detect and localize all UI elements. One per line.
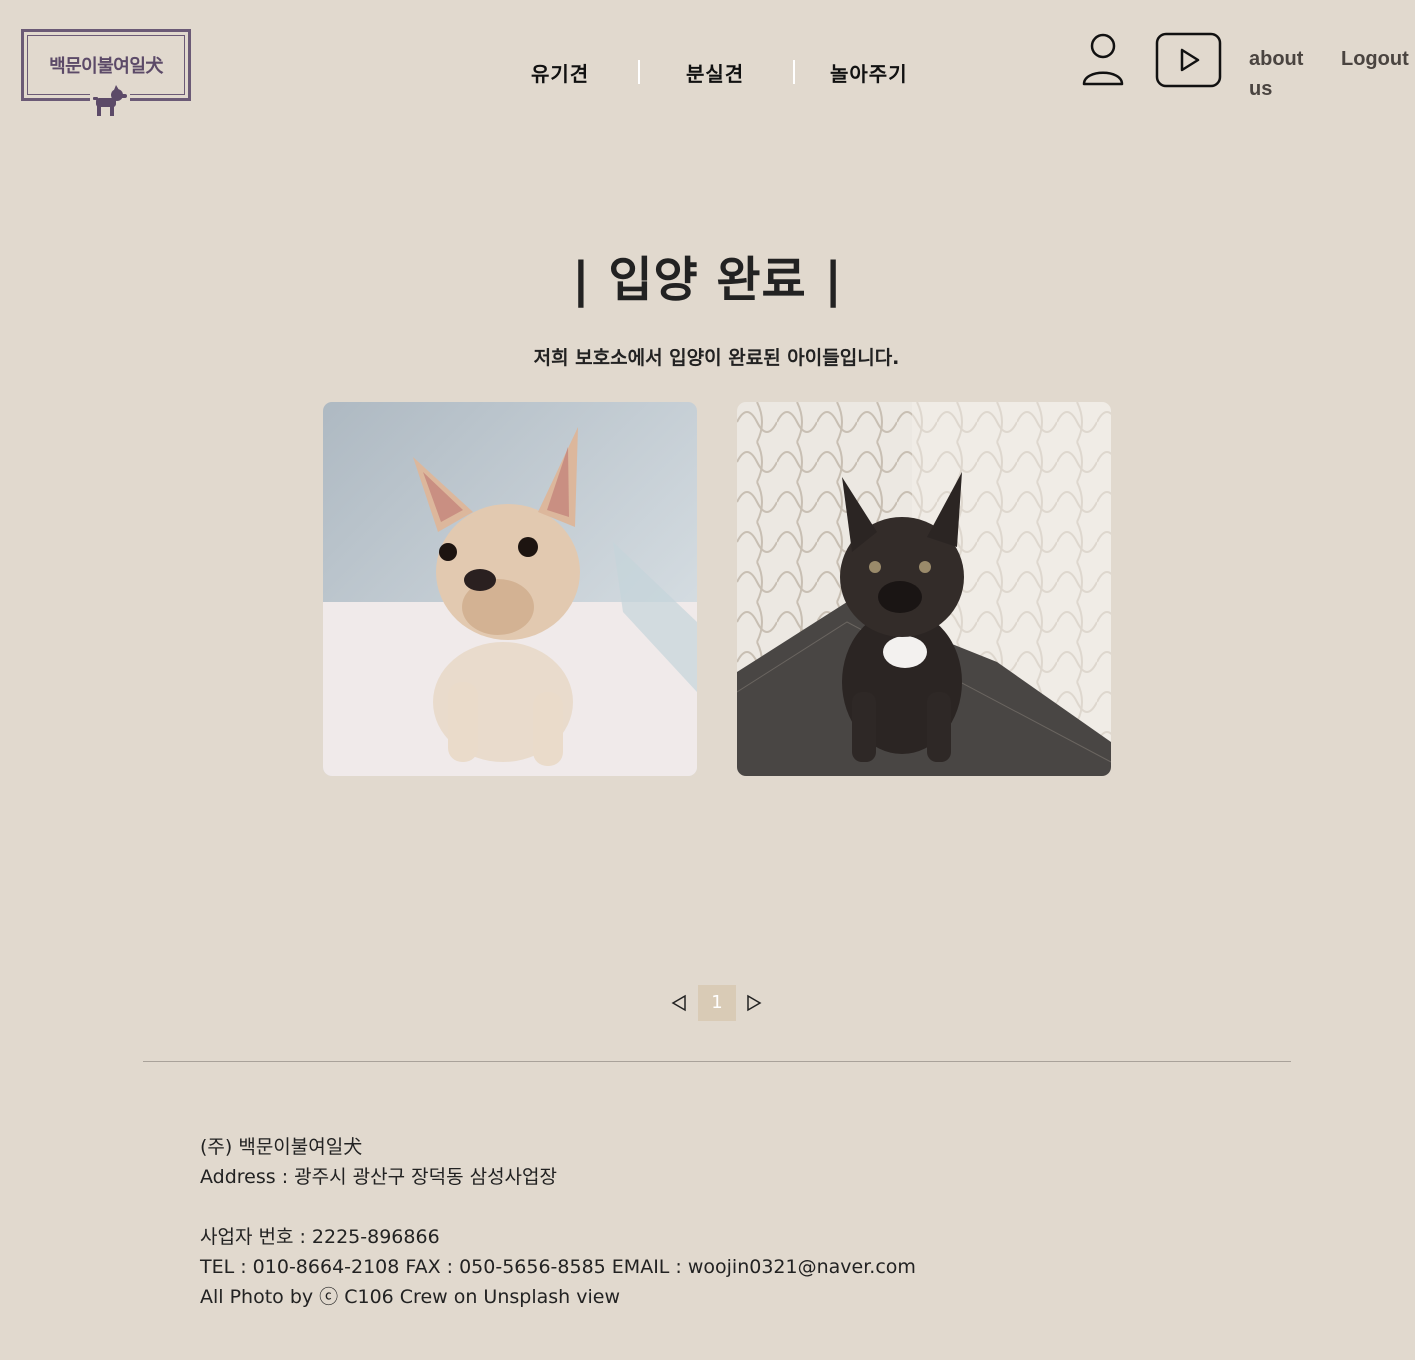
adopted-dog-photo[interactable] (737, 402, 1111, 776)
page-subtitle: 저희 보호소에서 입양이 완료된 아이들입니다. (533, 347, 900, 369)
footer: (주) 백문이불여일犬 Address : 광주시 광산구 장덕동 삼성사업장 … (200, 1132, 916, 1312)
next-icon[interactable] (745, 993, 763, 1013)
footer-address: Address : 광주시 광산구 장덕동 삼성사업장 (200, 1166, 557, 1188)
nav-item-play[interactable]: 놀아주기 (830, 58, 908, 87)
page-number-current[interactable]: 1 (698, 985, 736, 1021)
nav-separator (638, 60, 640, 84)
adopted-dog-photo[interactable] (323, 402, 697, 776)
footer-business-number: 사업자 번호 : 2225-896866 (200, 1226, 440, 1248)
footer-contact: TEL : 010-8664-2108 FAX : 050-5656-8585 … (200, 1256, 916, 1278)
user-icon[interactable] (1081, 33, 1125, 87)
nav-item-abandoned[interactable]: 유기견 (531, 58, 589, 87)
page-title: | 입양 완료 | (572, 252, 843, 308)
prev-icon[interactable] (670, 993, 688, 1013)
dog-icon (90, 84, 130, 120)
nav-item-lost[interactable]: 분실견 (686, 58, 744, 87)
footer-divider (143, 1061, 1291, 1062)
footer-photo-credit: All Photo by ⓒ C106 Crew on Unsplash vie… (200, 1286, 620, 1308)
pagination: 1 (0, 985, 1415, 1021)
logout-link[interactable]: Logout (1341, 44, 1409, 74)
footer-company: (주) 백문이불여일犬 (200, 1136, 363, 1158)
about-us-link[interactable]: about us (1249, 44, 1319, 104)
youtube-play-icon[interactable] (1155, 32, 1223, 90)
nav-separator (793, 60, 795, 84)
